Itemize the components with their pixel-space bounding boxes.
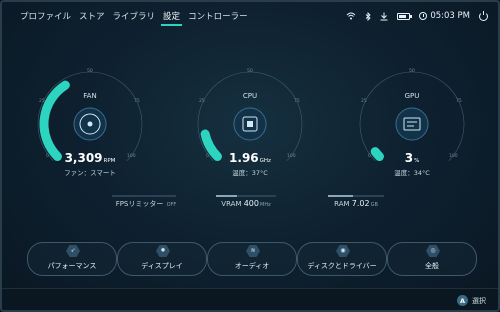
select-hint-label: 選択 (472, 296, 486, 305)
top-bar: プロファイル ストア ライブラリ 設定 コントローラー 05:03 PM (2, 2, 498, 32)
general-button[interactable]: ◎ 全般 (387, 242, 477, 276)
disk-icon: ◉ (336, 245, 350, 257)
gpu-temp: 温度：34°C (394, 169, 430, 177)
clock-time: 05:03 PM (430, 11, 470, 21)
cpu-label: CPU (242, 92, 258, 100)
cpu-gauge: CPU 1.96GHz 温度：37°C 0 25 50 75 100 (190, 64, 310, 184)
fan-tick-0: 0 (46, 154, 49, 159)
gpu-gauge: GPU 3% 温度：34°C 0 25 50 75 100 (352, 64, 472, 184)
cpu-temp: 温度：37°C (232, 169, 268, 177)
tab-settings[interactable]: 設定 (161, 10, 183, 26)
status-area: 05:03 PM (346, 10, 488, 21)
display-button-label: ディスプレイ (141, 262, 183, 270)
vram-bar-fill (216, 195, 237, 197)
download-icon (380, 12, 388, 20)
tab-profile[interactable]: プロファイル (20, 10, 71, 26)
performance-button[interactable]: ➶ パフォーマンス (27, 242, 117, 276)
ram-readout: RAM 7.02GB (320, 199, 392, 208)
bluetooth-icon (366, 11, 371, 21)
clock-icon (419, 12, 428, 20)
cpu-gauge-ring (197, 71, 303, 162)
vram-readout: VRAM 400MHz (208, 199, 284, 208)
clock: 05:03 PM (419, 11, 470, 21)
fan-gauge: FAN 3,309RPM ファン：スマート 0 25 50 75 100 (30, 64, 150, 184)
cpu-tick-50: 50 (247, 69, 253, 74)
gpu-tick-50: 50 (409, 69, 415, 74)
rocket-icon: ➶ (66, 245, 80, 257)
battery-icon (397, 12, 413, 20)
cpu-tick-0: 0 (206, 154, 209, 159)
gpu-tick-75: 75 (456, 99, 462, 104)
tab-controller[interactable]: コントローラー (188, 10, 248, 26)
audio-button-label: オーディオ (234, 262, 270, 270)
fan-tick-100: 100 (127, 154, 136, 159)
gpu-tick-100: 100 (449, 154, 458, 159)
gpu-tick-25: 25 (361, 99, 367, 104)
audio-wave-icon: ≋ (246, 245, 260, 257)
cpu-tick-25: 25 (199, 99, 205, 104)
power-icon[interactable] (479, 10, 488, 21)
fan-label: FAN (83, 92, 97, 100)
fps-limiter[interactable]: FPSリミッター OFF (106, 199, 186, 209)
settings-screen: プロファイル ストア ライブラリ 設定 コントローラー 05:03 PM FAN… (0, 0, 500, 312)
fan-tick-25: 25 (39, 99, 45, 104)
footer-bar (2, 288, 498, 310)
general-button-label: 全般 (425, 262, 439, 270)
disk-drivers-button[interactable]: ◉ ディスクとドライバー (297, 242, 387, 276)
fan-tick-50: 50 (87, 69, 93, 74)
disk-drivers-button-label: ディスクとドライバー (307, 262, 377, 270)
tab-store[interactable]: ストア (79, 10, 105, 26)
fps-limiter-label: FPSリミッター (115, 200, 164, 208)
ram-bar (328, 195, 384, 197)
fan-gauge-ring (37, 71, 143, 162)
settings-icon: ◎ (426, 245, 440, 257)
display-button[interactable]: ✹ ディスプレイ (117, 242, 207, 276)
select-hint[interactable]: A 選択 (457, 295, 486, 306)
vram-value: 400 (243, 199, 259, 208)
ram-label: RAM (334, 200, 350, 208)
ram-bar-fill (328, 195, 354, 197)
a-button-icon: A (457, 295, 468, 306)
fan-tick-75: 75 (134, 99, 140, 104)
vram-bar (216, 195, 276, 197)
vram-unit: MHz (260, 202, 271, 208)
nav-tabs: プロファイル ストア ライブラリ 設定 コントローラー (20, 10, 256, 26)
brightness-icon: ✹ (156, 245, 170, 257)
gpu-tick-0: 0 (368, 154, 371, 159)
performance-button-label: パフォーマンス (47, 262, 97, 270)
gpu-gauge-ring (359, 71, 465, 162)
ram-value: 7.02 (351, 199, 370, 208)
tab-library[interactable]: ライブラリ (113, 10, 156, 26)
audio-button[interactable]: ≋ オーディオ (207, 242, 297, 276)
wifi-icon (346, 12, 356, 20)
cpu-tick-75: 75 (294, 99, 300, 104)
cpu-tick-100: 100 (287, 154, 296, 159)
gpu-label: GPU (404, 92, 420, 100)
fps-limiter-value: OFF (166, 202, 177, 208)
ram-unit: GB (370, 202, 378, 208)
vram-label: VRAM (221, 200, 242, 208)
fan-mode: ファン：スマート (64, 169, 116, 177)
fps-limiter-bar (112, 195, 176, 197)
